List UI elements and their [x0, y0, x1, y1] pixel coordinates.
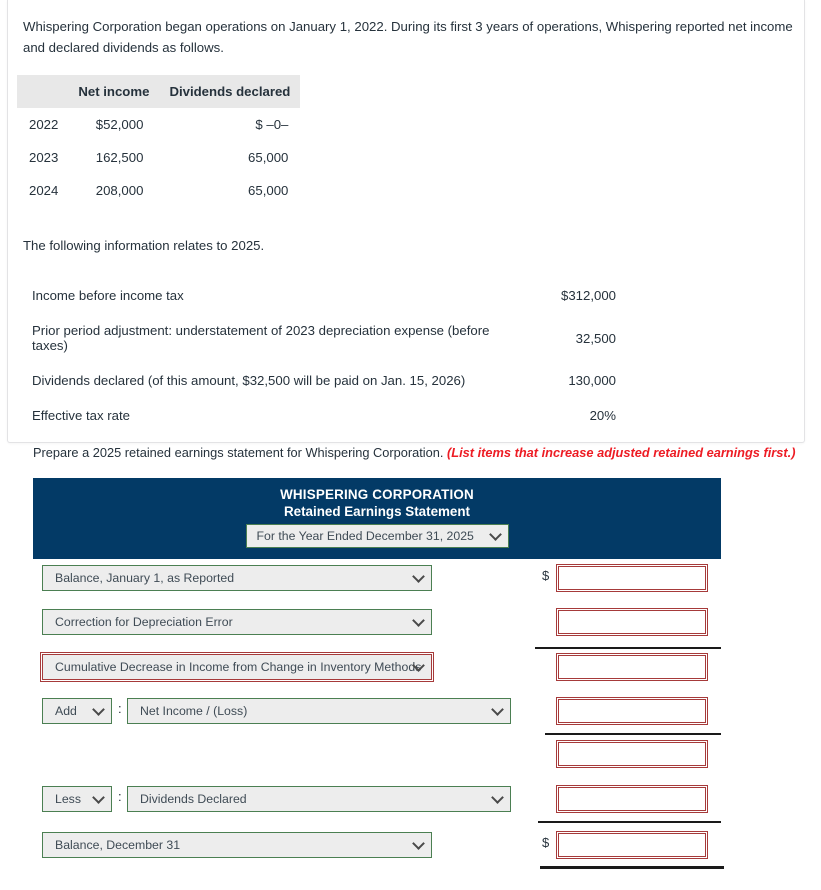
amount-input-4[interactable]: [556, 697, 708, 725]
prepare-instruction-prompt: Prepare a 2025 retained earnings stateme…: [33, 445, 444, 460]
line-item-select-1-value: Balance, January 1, as Reported: [55, 571, 235, 585]
table-header-row: Net income Dividends declared: [17, 75, 301, 108]
subtotal-rule-1: [535, 647, 721, 649]
statement-row-2: Correction for Depreciation Error: [33, 608, 721, 636]
statement-row-4: Add : Net Income / (Loss): [33, 697, 721, 725]
net-income-history-table: Net income Dividends declared 2022 $52,0…: [17, 75, 301, 207]
info-label: Effective tax rate: [32, 408, 130, 423]
line-item-select-3[interactable]: Cumulative Decrease in Income from Chang…: [40, 652, 434, 682]
amount-input-6[interactable]: [556, 785, 708, 813]
line-item-select-6[interactable]: Dividends Declared: [127, 786, 511, 812]
table-row: 2024 208,000 65,000: [17, 174, 300, 207]
info-value: $312,000: [560, 288, 616, 303]
amount-input-7[interactable]: [556, 831, 708, 859]
subtotal-rule-2: [545, 733, 721, 735]
info-row: Income before income tax $312,000: [24, 278, 624, 313]
statement-title: Retained Earnings Statement: [283, 504, 471, 519]
table-row: 2023 162,500 65,000: [17, 141, 300, 174]
cell-year: 2022: [29, 117, 59, 132]
line-item-select-2[interactable]: Correction for Depreciation Error: [42, 609, 432, 635]
chevron-down-icon: [412, 570, 425, 583]
chevron-down-icon: [488, 528, 502, 541]
statement-rows: Balance, January 1, as Reported $ Correc…: [33, 559, 724, 869]
sign-select-6-value: Less: [55, 792, 81, 806]
subtotal-rule-3: [538, 821, 721, 823]
line-item-select-1[interactable]: Balance, January 1, as Reported: [42, 565, 432, 591]
prepare-instruction: Prepare a 2025 retained earnings stateme…: [33, 445, 795, 460]
info-2025-table: Income before income tax $312,000 Prior …: [24, 278, 624, 433]
row-separator-6: :: [118, 789, 122, 804]
cell-net-income: 208,000: [95, 183, 144, 198]
line-item-select-4[interactable]: Net Income / (Loss): [127, 698, 511, 724]
column-header-net-income: Net income: [68, 75, 160, 108]
cell-dividends: 65,000: [248, 150, 289, 165]
info-label: Prior period adjustment: understatement …: [32, 323, 490, 353]
problem-intro-text: Whispering Corporation began operations …: [23, 19, 793, 55]
column-header-blank: [17, 75, 69, 108]
amount-input-5[interactable]: [556, 740, 708, 768]
cell-dividends: 65,000: [248, 183, 289, 198]
line-item-select-2-value: Correction for Depreciation Error: [55, 615, 233, 629]
chevron-down-icon: [491, 703, 504, 716]
info-row: Prior period adjustment: understatement …: [24, 313, 624, 363]
info-value: 20%: [589, 408, 616, 423]
cell-year: 2024: [29, 183, 59, 198]
line-item-select-7[interactable]: Balance, December 31: [42, 832, 432, 858]
info-label: Dividends declared (of this amount, $32,…: [32, 373, 466, 388]
info-label: Income before income tax: [32, 288, 184, 303]
statement-row-3: Cumulative Decrease in Income from Chang…: [33, 652, 721, 682]
statement-row-6: Less : Dividends Declared: [33, 785, 721, 813]
info-row: Dividends declared (of this amount, $32,…: [24, 363, 624, 398]
amount-input-3[interactable]: [556, 653, 708, 681]
chevron-down-icon: [92, 703, 105, 716]
statement-row-7: Balance, December 31 $: [33, 831, 721, 859]
line-item-select-3-value: Cumulative Decrease in Income from Chang…: [55, 660, 422, 674]
dollar-sign-1: $: [542, 568, 550, 583]
period-select[interactable]: For the Year Ended December 31, 2025: [245, 524, 509, 548]
statement-header: WHISPERING CORPORATION Retained Earnings…: [33, 478, 721, 559]
relates-to-2025-text: The following information relates to 202…: [23, 238, 265, 253]
info-value: 130,000: [568, 373, 616, 388]
info-row: Effective tax rate 20%: [24, 398, 624, 433]
sign-select-4-value: Add: [55, 704, 77, 718]
row-separator-4: :: [118, 701, 122, 716]
chevron-down-icon: [491, 791, 504, 804]
sign-select-6[interactable]: Less: [42, 786, 112, 812]
period-select-value: For the Year Ended December 31, 2025: [256, 529, 474, 543]
cell-net-income: 162,500: [95, 150, 144, 165]
line-item-select-4-value: Net Income / (Loss): [140, 704, 248, 718]
amount-input-2[interactable]: [556, 608, 708, 636]
info-value: 32,500: [575, 330, 616, 346]
cell-year: 2023: [29, 150, 59, 165]
line-item-select-6-value: Dividends Declared: [140, 792, 247, 806]
prepare-instruction-hint: (List items that increase adjusted retai…: [447, 445, 796, 460]
total-rule: [540, 866, 724, 869]
retained-earnings-statement-form: WHISPERING CORPORATION Retained Earnings…: [33, 478, 724, 869]
dollar-sign-7: $: [542, 835, 550, 850]
table-row: 2022 $52,000 $ –0–: [17, 108, 300, 141]
cell-dividends: $ –0–: [255, 117, 289, 132]
statement-company-name: WHISPERING CORPORATION: [280, 487, 474, 502]
line-item-select-7-value: Balance, December 31: [55, 838, 181, 852]
chevron-down-icon: [92, 791, 105, 804]
chevron-down-icon: [412, 837, 425, 850]
chevron-down-icon: [412, 614, 425, 627]
cell-net-income: $52,000: [95, 117, 144, 132]
statement-row-1: Balance, January 1, as Reported $: [33, 564, 721, 592]
problem-statement-card: Whispering Corporation began operations …: [7, 0, 805, 443]
column-header-dividends-declared: Dividends declared: [159, 75, 301, 108]
amount-input-1[interactable]: [556, 564, 708, 592]
sign-select-4[interactable]: Add: [42, 698, 112, 724]
statement-row-5: [33, 740, 721, 768]
